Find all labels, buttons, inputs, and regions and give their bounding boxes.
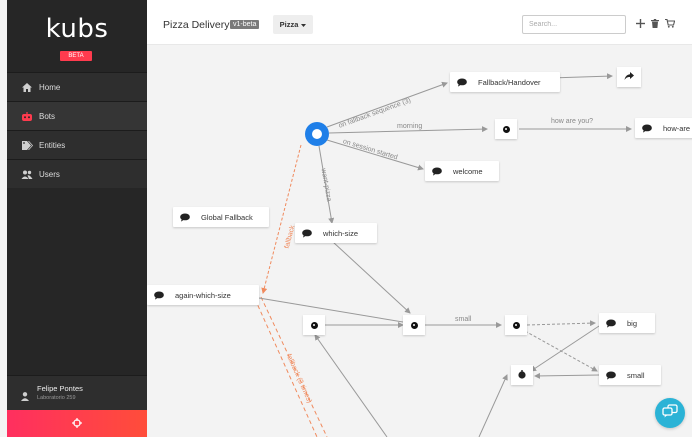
chat-icon — [605, 318, 617, 328]
edge-label-small: small — [455, 316, 472, 323]
node-label: big — [627, 318, 638, 328]
user-name: Felipe Pontes — [37, 384, 83, 393]
node-label: how-are — [663, 123, 691, 133]
plus-icon — [635, 15, 645, 33]
chat-icon — [456, 77, 468, 87]
dropdown-label: Pizza — [279, 20, 299, 29]
chat-icon — [641, 123, 653, 133]
share-icon — [624, 68, 634, 86]
help-chat-button[interactable] — [655, 398, 685, 428]
node-choice-b[interactable] — [403, 315, 425, 335]
user-org: Laboratorio 259 — [37, 395, 76, 401]
node-label: Global Fallback — [201, 212, 253, 222]
sidebar-item-home[interactable]: Home — [7, 72, 147, 101]
node-choice-c[interactable] — [505, 315, 527, 335]
cart-button[interactable] — [663, 16, 677, 32]
edge-small-end[interactable] — [534, 372, 600, 379]
page-title: Pizza Delivery — [163, 19, 230, 31]
sidebar-item-label: Entities — [39, 140, 66, 150]
node-label: Fallback/Handover — [478, 77, 541, 87]
flow-canvas[interactable]: on fallback sequence (3) morning how are… — [147, 45, 692, 437]
user-icon — [21, 388, 29, 406]
sidebar-item-users[interactable]: Users — [7, 159, 147, 188]
chat-icon — [153, 290, 165, 300]
node-label: which-size — [323, 228, 359, 238]
edge-bottom-left[interactable] — [314, 334, 388, 437]
node-fallback-handover[interactable]: Fallback/Handover — [450, 72, 560, 92]
node-big[interactable]: big — [599, 313, 655, 333]
sidebar-item-label: Home — [39, 82, 61, 92]
caret-down-icon — [301, 20, 307, 29]
sidebar-item-label: Users — [39, 169, 60, 179]
top-bar: Pizza Delivery v1-beta Pizza — [147, 0, 692, 45]
choice-icon — [502, 125, 510, 133]
crosshair-icon — [72, 415, 82, 433]
trash-icon — [651, 15, 659, 33]
sidebar-item-label: Bots — [39, 111, 56, 121]
app-logo[interactable]: kubs — [7, 14, 147, 44]
chat-icon — [431, 166, 443, 176]
node-choice-a[interactable] — [303, 315, 325, 335]
node-end[interactable] — [511, 365, 533, 385]
node-welcome[interactable]: welcome — [425, 161, 499, 181]
chat-bubbles-icon — [662, 403, 678, 423]
node-again-which-size[interactable]: again-which-size — [147, 285, 259, 305]
footer-action-button[interactable] — [7, 410, 147, 437]
version-badge: v1-beta — [230, 20, 260, 29]
user-profile[interactable]: Felipe Pontes Laboratorio 259 — [7, 375, 147, 411]
add-button[interactable] — [633, 16, 647, 32]
node-morning-choice[interactable] — [495, 119, 517, 139]
choice-icon — [410, 321, 418, 329]
chat-icon — [605, 370, 617, 380]
edge-label-how-are-you: how are you? — [551, 118, 594, 125]
edge-big-end[interactable] — [530, 325, 600, 372]
bot-icon — [21, 111, 33, 121]
sidebar-item-entities[interactable]: Entities — [7, 130, 147, 159]
edge-bottom-right[interactable] — [478, 374, 508, 437]
home-icon — [21, 82, 33, 92]
delete-button[interactable] — [648, 16, 662, 32]
edge-again-choice[interactable] — [258, 297, 410, 326]
edge-which-size-choice[interactable] — [332, 241, 411, 314]
node-small[interactable]: small — [599, 365, 661, 385]
chat-icon — [301, 228, 313, 238]
stop-icon — [518, 366, 526, 384]
start-node[interactable] — [305, 122, 329, 146]
search-input[interactable] — [522, 15, 626, 34]
choice-icon — [310, 321, 318, 329]
tag-icon — [21, 140, 33, 150]
node-global-fallback[interactable]: Global Fallback — [173, 207, 269, 227]
node-label: small — [627, 370, 645, 380]
node-which-size[interactable]: which-size — [295, 223, 377, 243]
cart-icon — [665, 15, 676, 33]
node-handover-action[interactable] — [617, 67, 641, 87]
node-label: welcome — [453, 166, 483, 176]
edge-label-morning: morning — [397, 123, 423, 130]
node-label: again-which-size — [175, 290, 231, 300]
sidebar: kubs BETA Home Bots Entities Users Felip… — [7, 0, 147, 437]
chat-icon — [179, 212, 191, 222]
beta-badge: BETA — [60, 51, 92, 61]
node-how-are[interactable]: how-are — [635, 118, 692, 138]
sidebar-nav: Home Bots Entities Users — [7, 72, 147, 188]
users-icon — [21, 169, 33, 179]
sidebar-item-bots[interactable]: Bots — [7, 101, 147, 130]
choice-icon — [512, 321, 520, 329]
bot-select-dropdown[interactable]: Pizza — [273, 15, 313, 34]
edge-to-big[interactable] — [526, 320, 596, 327]
